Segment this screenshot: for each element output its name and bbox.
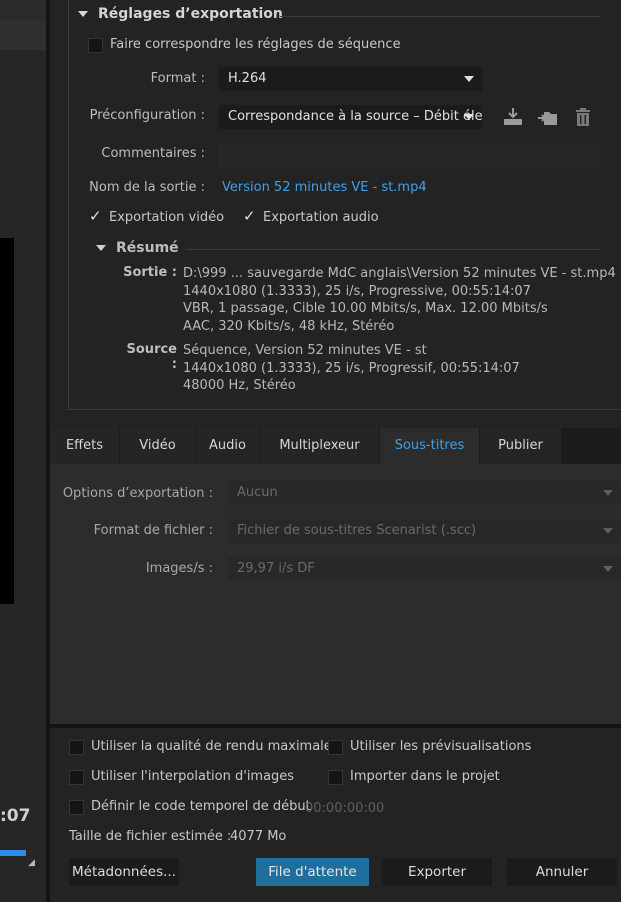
- summary-output-line: AAC, 320 Kbits/s, 48 kHz, Stéréo: [183, 318, 395, 334]
- tab-publish[interactable]: Publier: [480, 428, 562, 464]
- preview-panel-top: [0, 0, 46, 20]
- max-render-quality-checkbox[interactable]: [69, 740, 84, 755]
- trash-icon[interactable]: [572, 106, 594, 128]
- resize-corner-icon[interactable]: ◢: [28, 858, 38, 868]
- chevron-down-icon: [603, 566, 613, 572]
- export-options-value: Aucun: [237, 485, 278, 500]
- export-video-label: Exportation vidéo: [109, 210, 225, 225]
- summary-divider: [186, 249, 600, 250]
- file-format-value: Fichier de sous-titres Scenarist (.scc): [237, 523, 477, 538]
- format-value: H.264: [228, 71, 267, 86]
- format-dropdown[interactable]: H.264: [219, 67, 482, 91]
- summary-output-line: D:\999 ... sauvegarde MdC anglais\Versio…: [183, 266, 616, 281]
- estimated-size-value: 4077 Mo: [230, 829, 287, 844]
- tab-video[interactable]: Vidéo: [120, 428, 196, 464]
- export-settings-title: Réglages d’exportation: [98, 6, 283, 22]
- collapse-triangle-icon[interactable]: [96, 245, 106, 251]
- format-label: Format :: [150, 71, 205, 86]
- save-preset-icon[interactable]: [502, 106, 524, 128]
- chevron-down-icon: [603, 490, 613, 496]
- comments-label: Commentaires :: [101, 146, 205, 161]
- match-sequence-checkbox[interactable]: [88, 38, 103, 53]
- preview-panel-tab-strip: [0, 20, 46, 50]
- preview-timecode: :07: [0, 806, 31, 826]
- frame-blending-label: Utiliser l'interpolation d'images: [91, 769, 295, 784]
- export-audio-checkbox[interactable]: ✓: [243, 207, 256, 225]
- estimated-size-label: Taille de fichier estimée :: [69, 829, 232, 844]
- cancel-button[interactable]: Annuler: [507, 858, 617, 886]
- settings-tabs: Effets Vidéo Audio Multiplexeur Sous-tit…: [50, 428, 621, 464]
- header-divider: [280, 16, 600, 17]
- output-name-link[interactable]: Version 52 minutes VE - st.mp4: [222, 180, 427, 195]
- comments-input[interactable]: [219, 143, 601, 167]
- chevron-down-icon: [464, 114, 474, 120]
- preset-dropdown[interactable]: Correspondance à la source – Débit élevé: [219, 105, 482, 129]
- export-options-dropdown[interactable]: Aucun: [228, 481, 621, 505]
- queue-button[interactable]: File d'attente: [256, 858, 369, 886]
- start-timecode-checkbox[interactable]: [69, 800, 84, 815]
- metadata-button[interactable]: Métadonnées...: [69, 858, 179, 886]
- preview-video-frame: [0, 238, 14, 604]
- frame-rate-dropdown[interactable]: 29,97 i/s DF: [228, 557, 621, 581]
- import-into-project-checkbox[interactable]: [328, 770, 343, 785]
- tab-subtitles[interactable]: Sous-titres: [380, 428, 480, 464]
- tab-effects[interactable]: Effets: [50, 428, 120, 464]
- tab-audio[interactable]: Audio: [196, 428, 260, 464]
- preview-scrub-bar[interactable]: [0, 850, 26, 856]
- start-timecode-field[interactable]: 00:00:00:00: [305, 801, 384, 816]
- use-previews-checkbox[interactable]: [328, 740, 343, 755]
- summary-source-line: Séquence, Version 52 minutes VE - st: [183, 343, 427, 358]
- tab-multiplexer[interactable]: Multiplexeur: [260, 428, 380, 464]
- summary-output-block: D:\999 ... sauvegarde MdC anglais\Versio…: [183, 265, 616, 335]
- preset-label: Préconfiguration :: [89, 108, 205, 123]
- summary-header[interactable]: Résumé: [96, 240, 179, 256]
- summary-source-block: Séquence, Version 52 minutes VE - st 144…: [183, 342, 520, 395]
- import-preset-icon[interactable]: [537, 106, 559, 128]
- summary-output-line: 1440x1080 (1.3333), 25 i/s, Progressive,…: [183, 283, 531, 299]
- summary-source-line: 1440x1080 (1.3333), 25 i/s, Progressif, …: [183, 360, 520, 376]
- export-button[interactable]: Exporter: [382, 858, 492, 886]
- chevron-down-icon: [464, 76, 474, 82]
- summary-source-label: Source :: [126, 342, 177, 372]
- summary-source-line: 48000 Hz, Stéréo: [183, 378, 296, 393]
- match-sequence-label: Faire correspondre les réglages de séque…: [110, 37, 401, 52]
- max-render-quality-label: Utiliser la qualité de rendu maximale: [91, 739, 332, 754]
- output-name-label: Nom de la sortie :: [89, 180, 205, 195]
- preset-value: Correspondance à la source – Débit élevé: [228, 109, 482, 124]
- file-format-label: Format de fichier :: [93, 523, 213, 538]
- export-settings-header[interactable]: Réglages d’exportation: [78, 6, 283, 26]
- import-into-project-label: Importer dans le projet: [350, 769, 500, 784]
- export-options-label: Options d’exportation :: [62, 486, 213, 501]
- frame-rate-label: Images/s :: [145, 561, 213, 576]
- file-format-dropdown[interactable]: Fichier de sous-titres Scenarist (.scc): [228, 519, 621, 543]
- frame-blending-checkbox[interactable]: [69, 770, 84, 785]
- export-video-checkbox[interactable]: ✓: [89, 207, 102, 225]
- chevron-down-icon: [603, 528, 613, 534]
- use-previews-label: Utiliser les prévisualisations: [350, 739, 532, 754]
- summary-output-line: VBR, 1 passage, Cible 10.00 Mbits/s, Max…: [183, 301, 548, 316]
- collapse-triangle-icon[interactable]: [78, 11, 88, 17]
- export-audio-label: Exportation audio: [263, 210, 379, 225]
- start-timecode-label: Définir le code temporel de début: [91, 799, 311, 814]
- summary-title: Résumé: [116, 240, 179, 256]
- frame-rate-value: 29,97 i/s DF: [237, 561, 315, 576]
- summary-output-label: Sortie :: [123, 265, 177, 280]
